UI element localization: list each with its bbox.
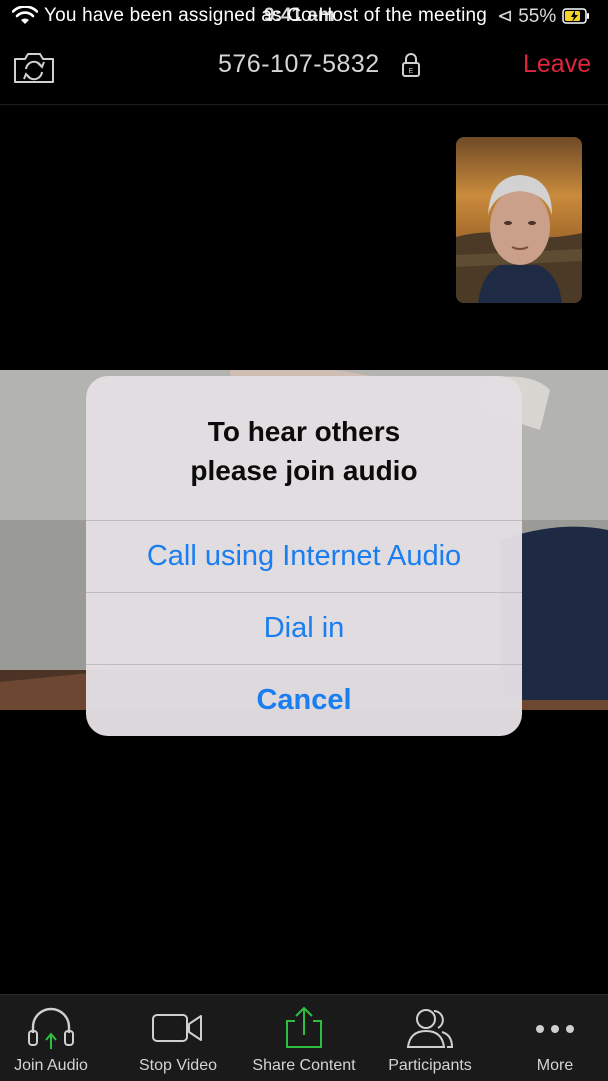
- dial-in-button[interactable]: Dial in: [86, 592, 522, 664]
- more-label: More: [536, 1057, 574, 1074]
- svg-text:E: E: [409, 68, 414, 75]
- more-button[interactable]: More: [495, 995, 608, 1081]
- battery-percentage: ⊲ 55%: [497, 6, 557, 27]
- switch-camera-icon: [14, 53, 54, 83]
- status-time: 9:41 am: [264, 5, 335, 26]
- share-content-button[interactable]: Share Content: [244, 995, 364, 1081]
- headphones-icon: [28, 1007, 74, 1049]
- self-video-thumbnail[interactable]: [456, 137, 582, 303]
- stop-video-label: Stop Video: [139, 1057, 217, 1074]
- join-audio-dialog: To hear others please join audio Call us…: [86, 376, 522, 736]
- join-audio-button[interactable]: Join Audio: [0, 995, 111, 1081]
- share-upload-icon: [286, 1006, 322, 1048]
- self-video-image: [456, 137, 582, 303]
- switch-camera-button[interactable]: [12, 51, 56, 85]
- meeting-top-bar: 576-107-5832 E Leave: [0, 34, 608, 105]
- wifi-icon: [12, 6, 38, 24]
- dialog-title-line2: please join audio: [190, 455, 418, 486]
- meeting-toolbar: Join Audio Stop Video Share Content Part…: [0, 994, 608, 1081]
- more-dots-icon: [536, 1025, 574, 1033]
- participants-icon: [406, 1009, 454, 1048]
- leave-button[interactable]: Leave: [523, 50, 591, 79]
- stop-video-button[interactable]: Stop Video: [118, 995, 238, 1081]
- share-content-label: Share Content: [252, 1057, 356, 1074]
- dialog-title: To hear others please join audio: [86, 412, 522, 490]
- participants-label: Participants: [388, 1057, 472, 1074]
- join-audio-label: Join Audio: [14, 1057, 88, 1074]
- call-internet-audio-button[interactable]: Call using Internet Audio: [86, 520, 522, 592]
- participants-button[interactable]: Participants: [370, 995, 490, 1081]
- dialog-title-line1: To hear others: [207, 416, 401, 447]
- battery-icon: [562, 8, 589, 24]
- cancel-button[interactable]: Cancel: [86, 664, 522, 736]
- meeting-id: 576-107-5832: [218, 50, 380, 78]
- lock-icon[interactable]: E: [400, 52, 422, 78]
- video-camera-icon: [152, 1014, 202, 1042]
- status-bar: You have been assigned as Co-Host of the…: [0, 0, 608, 34]
